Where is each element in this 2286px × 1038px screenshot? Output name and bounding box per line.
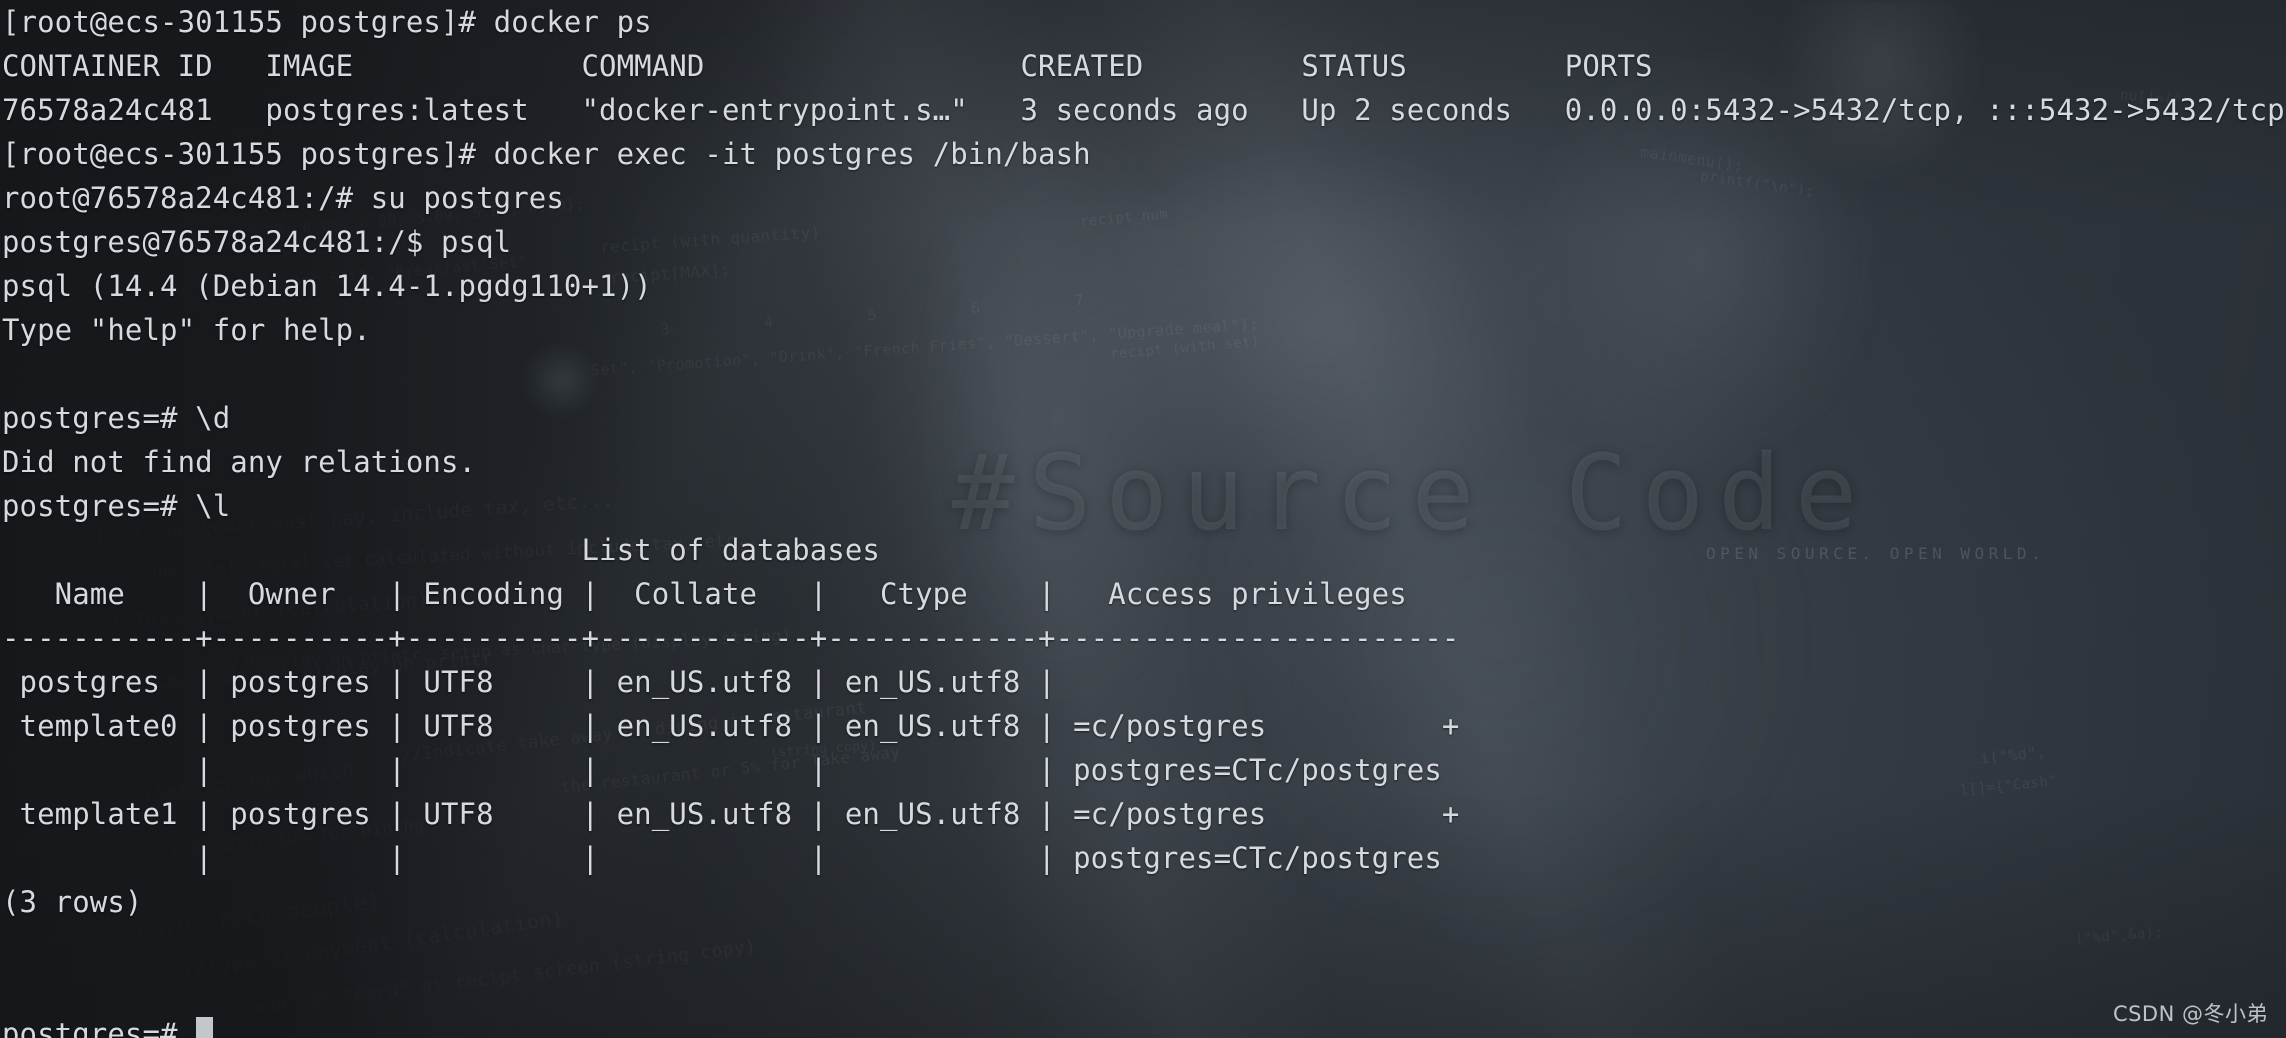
- terminal-line: template1 | postgres | UTF8 | en_US.utf8…: [2, 797, 1460, 831]
- terminal-line: CONTAINER ID IMAGE COMMAND CREATED STATU…: [2, 49, 2286, 83]
- terminal-line: List of databases: [2, 533, 880, 567]
- terminal-line: | | | | | postgres=CTc/postgres: [2, 753, 1442, 787]
- terminal-line: Name | Owner | Encoding | Collate | Ctyp…: [2, 577, 1460, 611]
- text-cursor: [196, 1017, 214, 1038]
- terminal-line: postgres | postgres | UTF8 | en_US.utf8 …: [2, 665, 1074, 699]
- csdn-watermark: CSDN @冬小弟: [2112, 1002, 2268, 1026]
- terminal-line: root@76578a24c481:/# su postgres: [2, 181, 564, 215]
- terminal-prompt-line[interactable]: postgres=#: [0, 1012, 2286, 1038]
- terminal-line: [root@ecs-301155 postgres]# docker ps: [2, 5, 652, 39]
- terminal-line: 76578a24c481 postgres:latest "docker-ent…: [2, 93, 2286, 127]
- terminal-line: postgres@76578a24c481:/$ psql: [2, 225, 512, 259]
- terminal-line: [root@ecs-301155 postgres]# docker exec …: [2, 137, 1091, 171]
- terminal-line: Did not find any relations.: [2, 445, 477, 479]
- prompt-text: postgres=#: [2, 1017, 196, 1038]
- terminal-line: psql (14.4 (Debian 14.4-1.pgdg110+1)): [2, 269, 652, 303]
- terminal-line: Type "help" for help.: [2, 313, 371, 347]
- terminal-line: postgres=# \d: [2, 401, 231, 435]
- terminal-line: (3 rows): [2, 885, 143, 919]
- terminal-line: -----------+----------+----------+------…: [2, 621, 1460, 655]
- terminal-output[interactable]: [root@ecs-301155 postgres]# docker ps CON…: [0, 0, 2286, 1038]
- terminal-line: postgres=# \l: [2, 489, 231, 523]
- terminal-window: //Total customer must pay, include tax, …: [0, 0, 2286, 1038]
- terminal-line: template0 | postgres | UTF8 | en_US.utf8…: [2, 709, 1460, 743]
- terminal-line: | | | | | postgres=CTc/postgres: [2, 841, 1442, 875]
